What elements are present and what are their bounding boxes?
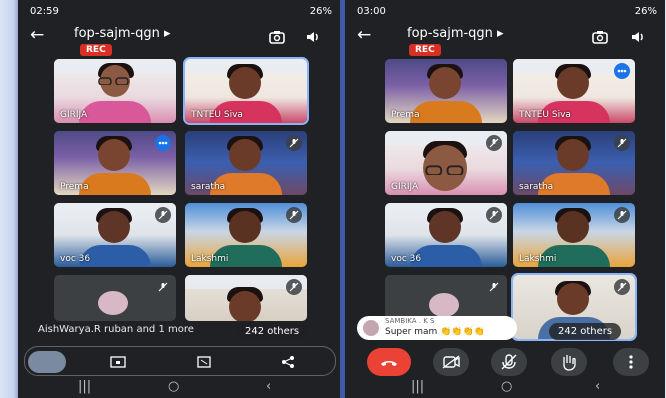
mic-off-icon: [614, 207, 630, 223]
participant-name: saratha: [519, 182, 554, 192]
status-battery: 26%: [634, 6, 657, 17]
mic-off-icon: [286, 135, 302, 151]
mic-off-icon: [286, 207, 302, 223]
recent-apps-icon[interactable]: |||: [78, 379, 91, 394]
camera-off-button[interactable]: [433, 348, 469, 376]
participant-tile[interactable]: saratha: [185, 131, 307, 195]
back-arrow-icon[interactable]: ←: [357, 26, 375, 44]
participant-name: voc 36: [60, 254, 91, 264]
glasses-icon: [98, 77, 129, 85]
audio-level-icon: [155, 135, 171, 151]
android-nav-bar: ||| ○ ‹: [345, 376, 665, 398]
camera-switch-icon[interactable]: [268, 28, 286, 46]
android-nav-bar: ||| ○ ‹: [18, 376, 340, 398]
participant-name: Lakshmi: [191, 254, 229, 264]
status-battery: 26%: [309, 6, 332, 17]
mic-off-icon: [155, 207, 171, 223]
mic-off-icon: [486, 279, 502, 295]
screen-icon[interactable]: [110, 355, 126, 374]
meeting-code: fop-sajm-qgn: [407, 26, 493, 41]
participant-name: Prema: [391, 110, 420, 120]
participant-tile[interactable]: Lakshmi: [185, 203, 307, 267]
camera-off-icon: [442, 355, 460, 369]
chat-message: Super mam 👏👏👏👏: [385, 327, 485, 337]
participant-tile[interactable]: saratha: [513, 131, 635, 195]
status-bar: 03:00 26%: [357, 6, 657, 20]
raise-hand-button[interactable]: [551, 348, 587, 376]
status-time: 02:59: [30, 6, 59, 17]
meeting-title[interactable]: fop-sajm-qgn ▸: [74, 26, 171, 41]
mic-off-icon: [486, 135, 502, 151]
participant-tile[interactable]: GIRIJA: [54, 59, 176, 123]
participant-tile[interactable]: [54, 275, 176, 321]
rec-badge: REC: [409, 44, 441, 56]
more-options-icon: [629, 355, 633, 369]
end-call-icon: [381, 361, 397, 366]
meeting-title[interactable]: fop-sajm-qgn ▸: [407, 26, 504, 41]
meeting-code: fop-sajm-qgn: [74, 26, 160, 41]
others-count-chip[interactable]: 242 others: [549, 323, 622, 340]
more-options-button[interactable]: [613, 348, 649, 376]
status-time: 03:00: [357, 6, 386, 17]
chat-message-toast[interactable]: SAMBIKA . K S Super mam 👏👏👏👏: [357, 316, 517, 340]
others-count-chip[interactable]: 242 others: [236, 323, 309, 340]
mic-off-button[interactable]: [491, 348, 527, 376]
camera-switch-icon[interactable]: [591, 28, 609, 46]
back-arrow-icon[interactable]: ←: [30, 26, 48, 44]
glasses-icon: [425, 165, 464, 175]
participant-tile[interactable]: GIRIJA: [385, 131, 507, 195]
sender-avatar: [363, 320, 379, 336]
speaker-icon[interactable]: [304, 28, 322, 46]
chat-sender: SAMBIKA . K S: [385, 317, 435, 325]
status-bar: 02:59 26%: [30, 6, 332, 20]
speaker-icon[interactable]: [629, 28, 647, 46]
audio-level-icon: [614, 63, 630, 79]
participant-tile[interactable]: voc 36: [385, 203, 507, 267]
self-avatar[interactable]: [28, 351, 66, 373]
caption-text: AishWarya.R ruban and 1 more: [38, 324, 194, 335]
participant-name: saratha: [191, 182, 226, 192]
participant-name: GIRIJA: [60, 110, 88, 120]
participant-tile[interactable]: [185, 275, 307, 321]
left-phone-screen: 02:59 26% ← fop-sajm-qgn ▸ REC GIRIJA TN…: [18, 0, 340, 398]
mic-off-icon: [614, 135, 630, 151]
nav-back-icon[interactable]: ‹: [266, 379, 271, 394]
participant-tile[interactable]: Prema: [385, 59, 507, 123]
mic-off-icon: [486, 207, 502, 223]
effects-icon[interactable]: [196, 355, 212, 374]
participant-tile[interactable]: Prema: [54, 131, 176, 195]
participant-name: Lakshmi: [519, 254, 557, 264]
mic-off-icon: [614, 279, 630, 295]
participants-caption: AishWarya.R ruban and 1 more: [38, 324, 194, 335]
participant-name: voc 36: [391, 254, 422, 264]
participant-tile-active-speaker[interactable]: TNTEU Siva: [183, 57, 309, 125]
end-call-button[interactable]: [367, 348, 411, 376]
participant-name: TNTEU Siva: [519, 110, 571, 120]
home-icon[interactable]: ○: [168, 379, 179, 394]
participant-tile[interactable]: TNTEU Siva: [513, 59, 635, 123]
mic-off-icon: [155, 279, 171, 295]
raise-hand-icon: [563, 355, 576, 371]
recent-apps-icon[interactable]: |||: [411, 379, 424, 394]
participant-name: Prema: [60, 182, 89, 192]
right-phone-screen: 03:00 26% ← fop-sajm-qgn ▸ REC Prema TNT…: [345, 0, 665, 398]
mic-off-icon: [286, 279, 302, 295]
nav-back-icon[interactable]: ‹: [595, 379, 600, 394]
participant-name: GIRIJA: [391, 182, 419, 192]
participant-tile[interactable]: voc 36: [54, 203, 176, 267]
mic-off-icon: [501, 354, 517, 370]
participant-tile[interactable]: Lakshmi: [513, 203, 635, 267]
home-icon[interactable]: ○: [501, 379, 512, 394]
share-icon[interactable]: [280, 355, 296, 374]
participant-name: TNTEU Siva: [191, 110, 243, 120]
rec-badge: REC: [80, 44, 112, 56]
